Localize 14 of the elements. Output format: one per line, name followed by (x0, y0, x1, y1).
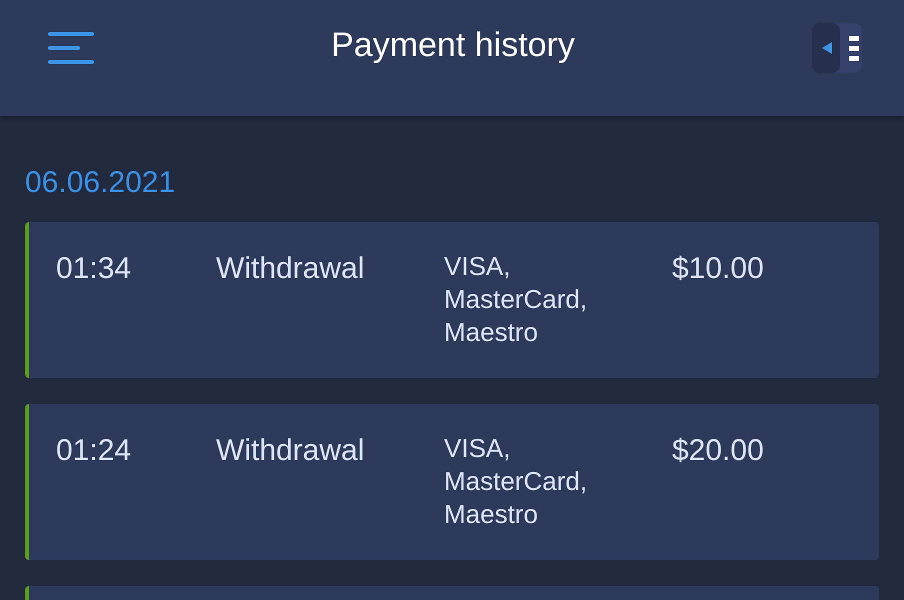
type-text: Withdrawal (216, 434, 366, 468)
time-text: 01:24 (56, 434, 132, 468)
transaction-card[interactable]: 01:24 Withdrawal VISA, MasterCard, Maestro $20.00 (25, 404, 879, 560)
page-title: Payment history (331, 26, 575, 64)
type-text: Withdrawal (216, 252, 366, 286)
sidebar-toggle-icon[interactable] (812, 23, 862, 73)
date-heading: 06.06.2021 (25, 166, 176, 200)
transaction-card[interactable]: 01:34 Withdrawal VISA, MasterCard, Maestro $10.00 (25, 222, 879, 378)
payment-methods-text: VISA, MasterCard, Maestro (444, 432, 588, 531)
payment-methods-text: VISA, MasterCard, Maestro (444, 250, 588, 349)
amount-text: $10.00 (672, 252, 764, 286)
time-text: 01:34 (56, 252, 132, 286)
amount-text: $20.00 (672, 434, 764, 468)
menu-icon[interactable] (48, 32, 94, 64)
